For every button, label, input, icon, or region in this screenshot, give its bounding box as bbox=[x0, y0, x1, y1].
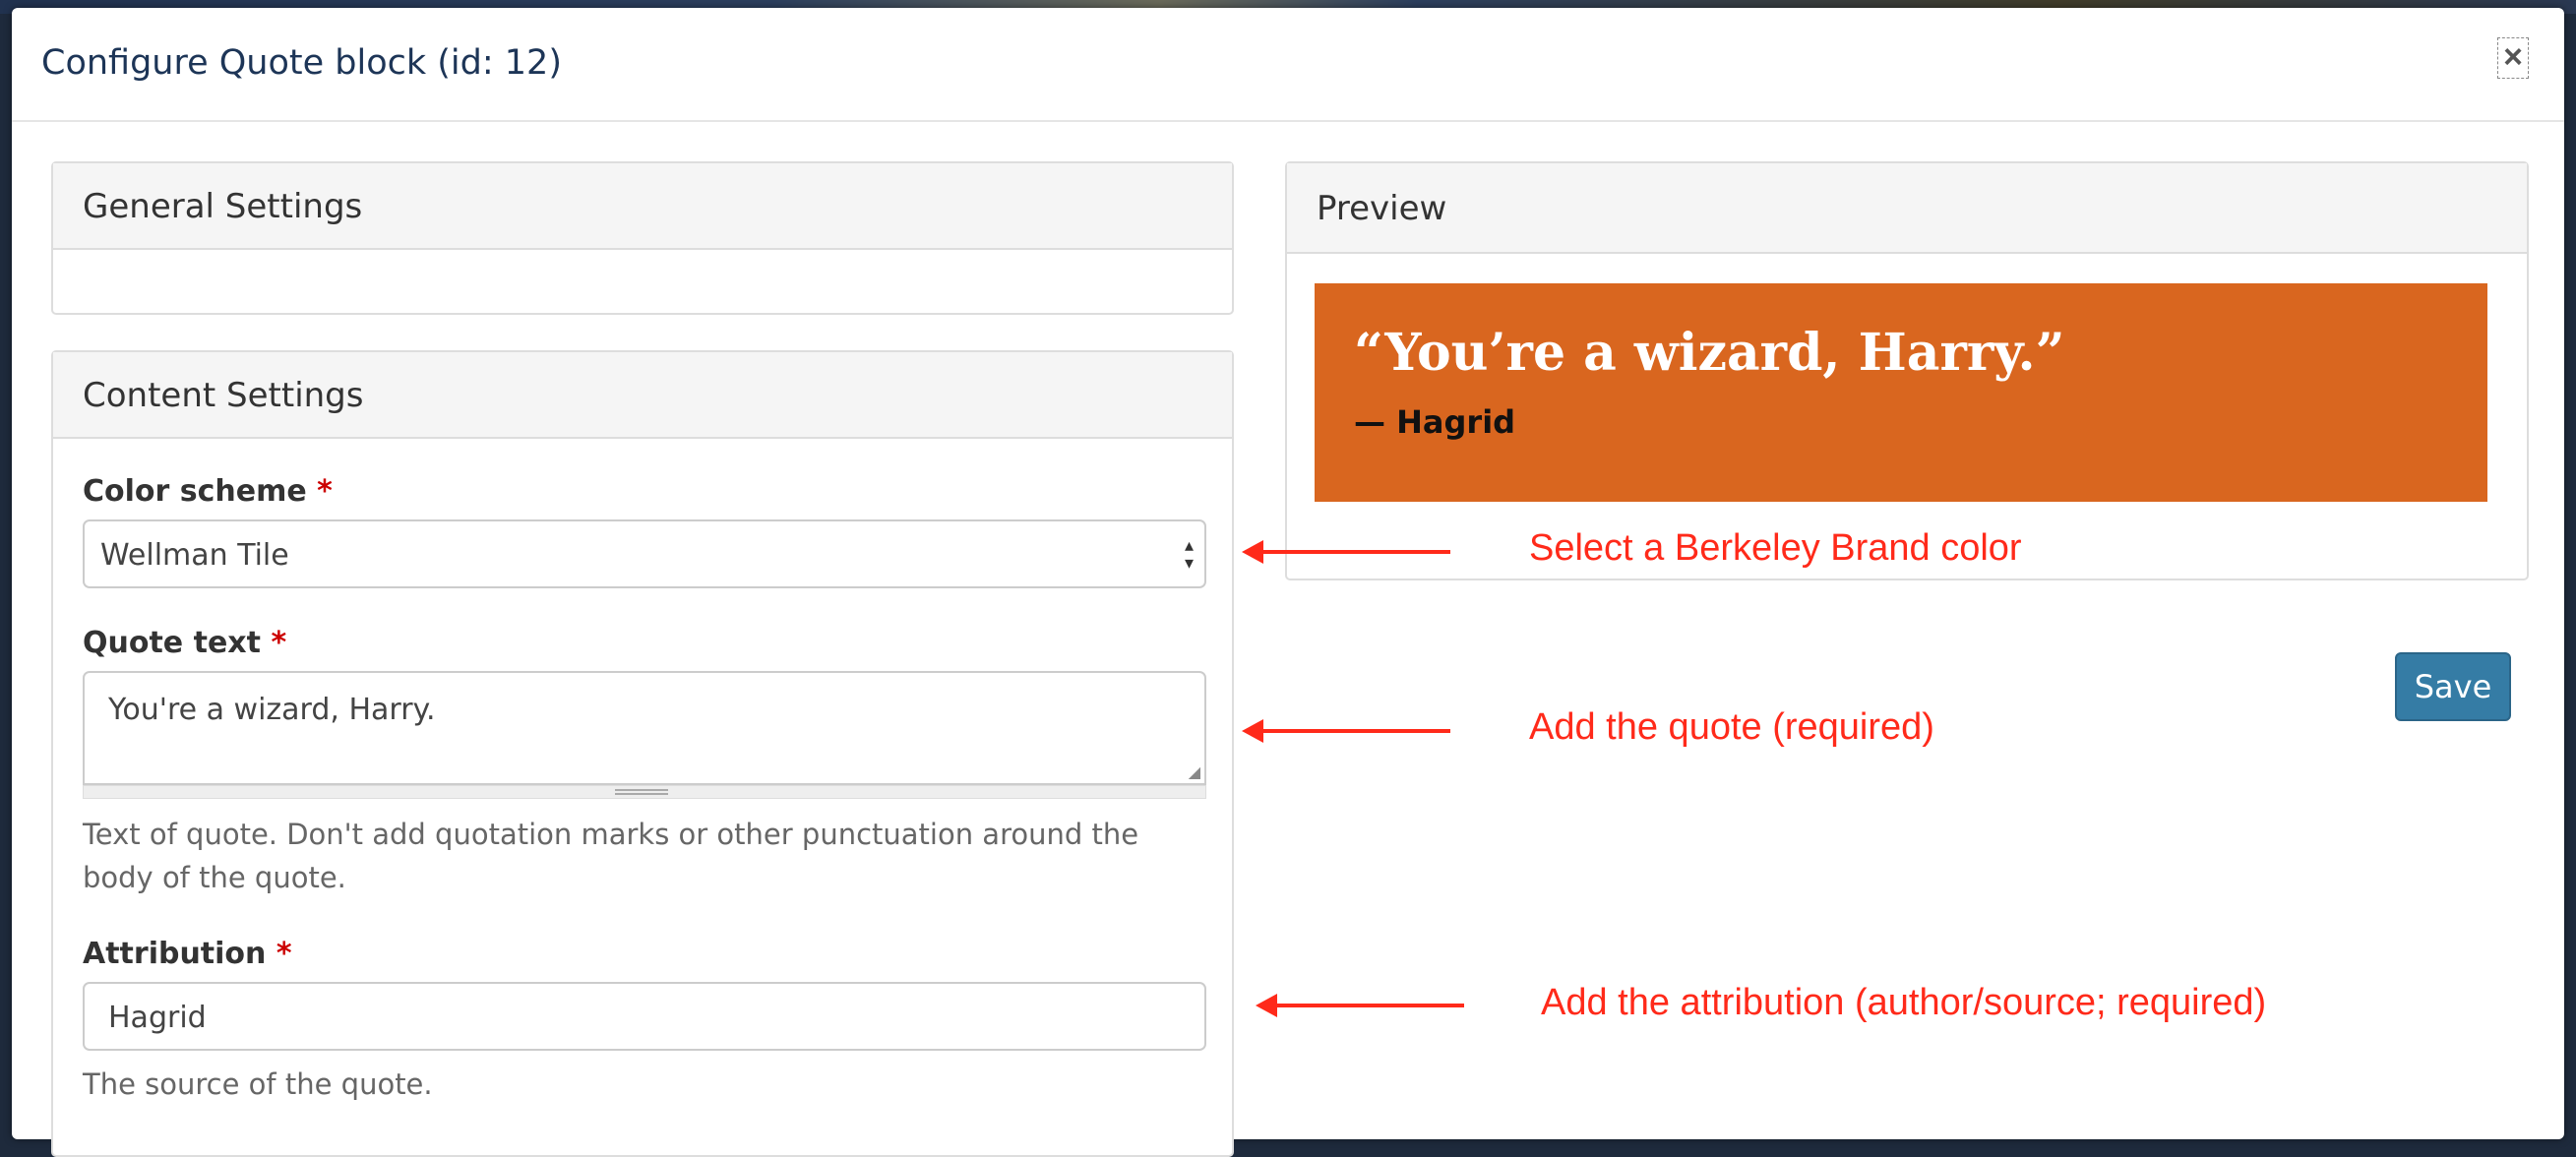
annotation-color: Select a Berkeley Brand color bbox=[1529, 527, 2022, 569]
attribution-label-text: Attribution bbox=[83, 937, 267, 971]
preview-attribution: — Hagrid bbox=[1354, 403, 1516, 441]
color-scheme-label-text: Color scheme bbox=[83, 474, 307, 509]
preview-panel: Preview “You’re a wizard, Harry.” — Hagr… bbox=[1285, 161, 2529, 580]
content-settings-title: Content Settings bbox=[83, 376, 364, 415]
annotation-arrow bbox=[1242, 540, 1450, 564]
required-mark: * bbox=[317, 474, 333, 509]
attribution-value: Hagrid bbox=[108, 1001, 207, 1035]
configure-modal: Configure Quote block (id: 12) × General… bbox=[12, 8, 2564, 1157]
textarea-resize-handle[interactable] bbox=[83, 785, 1206, 799]
color-scheme-value: Wellman Tile bbox=[100, 538, 289, 573]
preview-title: Preview bbox=[1317, 189, 1447, 228]
annotation-arrow bbox=[1242, 719, 1450, 743]
close-icon[interactable]: × bbox=[2497, 37, 2529, 79]
modal-title: Configure Quote block (id: 12) bbox=[41, 43, 562, 83]
quote-text-value: You're a wizard, Harry. bbox=[108, 693, 436, 727]
quote-preview: “You’re a wizard, Harry.” — Hagrid bbox=[1315, 283, 2487, 502]
chevron-updown-icon: ▴▾ bbox=[1185, 535, 1195, 574]
content-settings-panel: Content Settings Color scheme * Wellman … bbox=[51, 350, 1234, 1157]
quote-text-textarea[interactable]: You're a wizard, Harry. ◢ bbox=[83, 671, 1206, 785]
annotation-arrow bbox=[1256, 994, 1464, 1017]
general-settings-heading[interactable]: General Settings bbox=[53, 163, 1232, 250]
attribution-label: Attribution * bbox=[83, 937, 292, 971]
general-settings-title: General Settings bbox=[83, 187, 363, 226]
save-button[interactable]: Save bbox=[2395, 652, 2511, 721]
quote-text-label: Quote text * bbox=[83, 626, 286, 660]
attribution-help: The source of the quote. bbox=[83, 1067, 433, 1101]
grip-icon bbox=[615, 789, 668, 795]
quote-text-help: Text of quote. Don't add quotation marks… bbox=[83, 818, 1139, 894]
annotation-attribution: Add the attribution (author/source; requ… bbox=[1541, 982, 2267, 1023]
required-mark: * bbox=[276, 937, 292, 971]
attribution-input[interactable]: Hagrid bbox=[83, 982, 1206, 1051]
preview-heading: Preview bbox=[1287, 163, 2527, 254]
quote-text-label-text: Quote text bbox=[83, 626, 261, 660]
modal-header: Configure Quote block (id: 12) × bbox=[12, 8, 2564, 122]
required-mark: * bbox=[271, 626, 287, 660]
general-settings-panel: General Settings bbox=[51, 161, 1234, 315]
preview-quote-text: “You’re a wizard, Harry.” bbox=[1354, 323, 2065, 383]
resize-corner-icon[interactable]: ◢ bbox=[1189, 762, 1200, 781]
color-scheme-select[interactable]: Wellman Tile ▴▾ bbox=[83, 519, 1206, 588]
color-scheme-label: Color scheme * bbox=[83, 474, 333, 509]
content-settings-heading[interactable]: Content Settings bbox=[53, 352, 1232, 439]
annotation-quote: Add the quote (required) bbox=[1529, 706, 1934, 748]
